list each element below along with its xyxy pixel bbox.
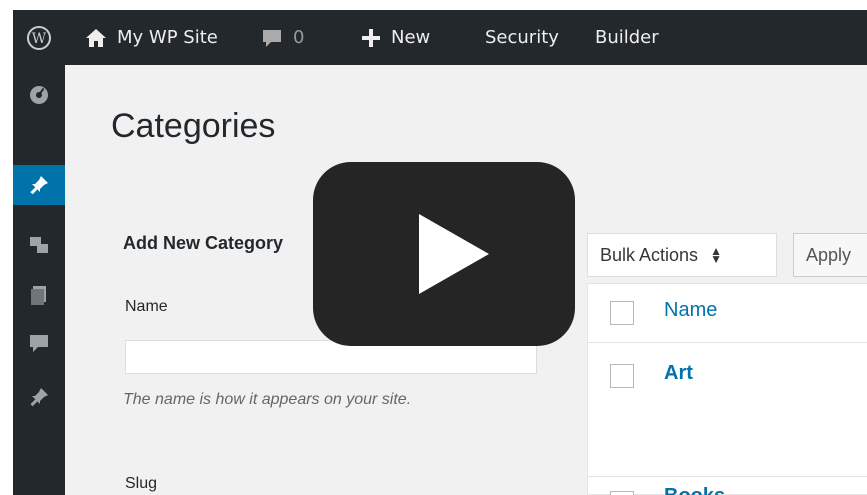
security-label: Security <box>485 27 559 48</box>
comments-icon <box>30 335 48 352</box>
bulk-actions-select[interactable]: Bulk Actions ▲ ▼ <box>587 233 777 277</box>
sidebar-item-dashboard[interactable] <box>13 75 65 115</box>
categories-table: Name Art Books <box>587 283 867 495</box>
play-icon <box>419 214 489 294</box>
pages-icon <box>31 286 46 305</box>
comment-icon <box>263 29 281 47</box>
sidebar-item-posts[interactable] <box>13 165 73 205</box>
category-link[interactable]: Art <box>664 362 693 385</box>
sidebar-item-comments[interactable] <box>13 323 65 363</box>
play-button[interactable] <box>313 162 575 346</box>
sidebar-item-media[interactable] <box>13 225 65 265</box>
media-icon <box>30 237 48 253</box>
builder-label: Builder <box>595 27 659 48</box>
svg-text:W: W <box>32 31 47 47</box>
table-header: Name <box>588 284 867 343</box>
apply-button[interactable]: Apply <box>793 233 867 277</box>
new-content-menu[interactable]: New <box>361 10 430 65</box>
add-new-category-heading: Add New Category <box>123 233 284 253</box>
wordpress-logo-icon: W <box>27 25 51 50</box>
page-title: Categories <box>111 107 276 145</box>
bulk-actions-label: Bulk Actions <box>600 244 699 265</box>
dashboard-icon <box>30 86 48 104</box>
wp-logo-menu[interactable]: W <box>13 10 65 65</box>
admin-bar: W My WP Site 0 New Security Builder <box>13 10 867 65</box>
sidebar-item-pages[interactable] <box>13 275 65 315</box>
comments-menu[interactable]: 0 <box>261 10 304 65</box>
home-icon <box>86 28 106 47</box>
security-menu[interactable]: Security <box>485 10 559 65</box>
select-all-checkbox[interactable] <box>610 301 634 325</box>
apply-label: Apply <box>806 244 852 265</box>
category-link[interactable]: Books <box>664 485 725 495</box>
name-label: Name <box>125 298 168 315</box>
comments-count: 0 <box>293 27 305 48</box>
table-row: Books <box>588 476 867 495</box>
select-arrows-icon: ▲ ▼ <box>710 244 722 266</box>
row-checkbox[interactable] <box>610 491 634 495</box>
video-thumbnail[interactable]: W My WP Site 0 New Security Builder Cate… <box>0 0 867 495</box>
table-row: Art <box>588 342 867 474</box>
site-name-menu[interactable]: My WP Site <box>85 10 218 65</box>
site-name: My WP Site <box>117 27 218 48</box>
row-checkbox[interactable] <box>610 364 634 388</box>
builder-menu[interactable]: Builder <box>595 10 659 65</box>
column-name-header[interactable]: Name <box>664 299 717 322</box>
admin-sidebar <box>13 65 73 495</box>
sidebar-item-pinned[interactable] <box>13 377 65 417</box>
pin-icon <box>30 176 48 195</box>
name-help-text: The name is how it appears on your site. <box>123 391 412 408</box>
pin-icon <box>30 388 48 407</box>
slug-label: Slug <box>125 475 158 492</box>
new-label: New <box>391 27 431 48</box>
plus-icon <box>362 28 380 47</box>
